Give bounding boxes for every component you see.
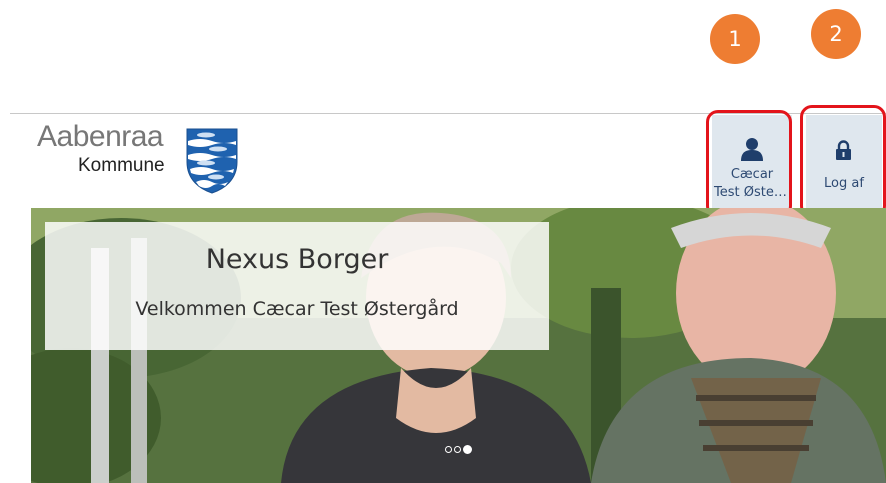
- logo-text-aabenraa: Aabenraa: [37, 120, 164, 153]
- logo-text-kommune: Kommune: [78, 155, 165, 176]
- page-title: Nexus Borger: [205, 244, 389, 275]
- coat-of-arms-icon: [186, 128, 238, 194]
- carousel-dot-3[interactable]: [463, 445, 472, 454]
- carousel-indicators: [445, 445, 472, 454]
- highlight-user-button: [706, 110, 792, 218]
- welcome-panel: Nexus Borger Velkommen Cæcar Test Østerg…: [45, 222, 549, 350]
- hero-banner: Nexus Borger Velkommen Cæcar Test Østerg…: [31, 208, 886, 483]
- callout-badge-2: 2: [811, 9, 861, 59]
- callout-badge-1: 1: [710, 14, 760, 64]
- carousel-dot-2[interactable]: [454, 446, 461, 453]
- welcome-message: Velkommen Cæcar Test Østergård: [135, 298, 459, 320]
- highlight-logout-button: [800, 105, 886, 218]
- carousel-dot-1[interactable]: [445, 446, 452, 453]
